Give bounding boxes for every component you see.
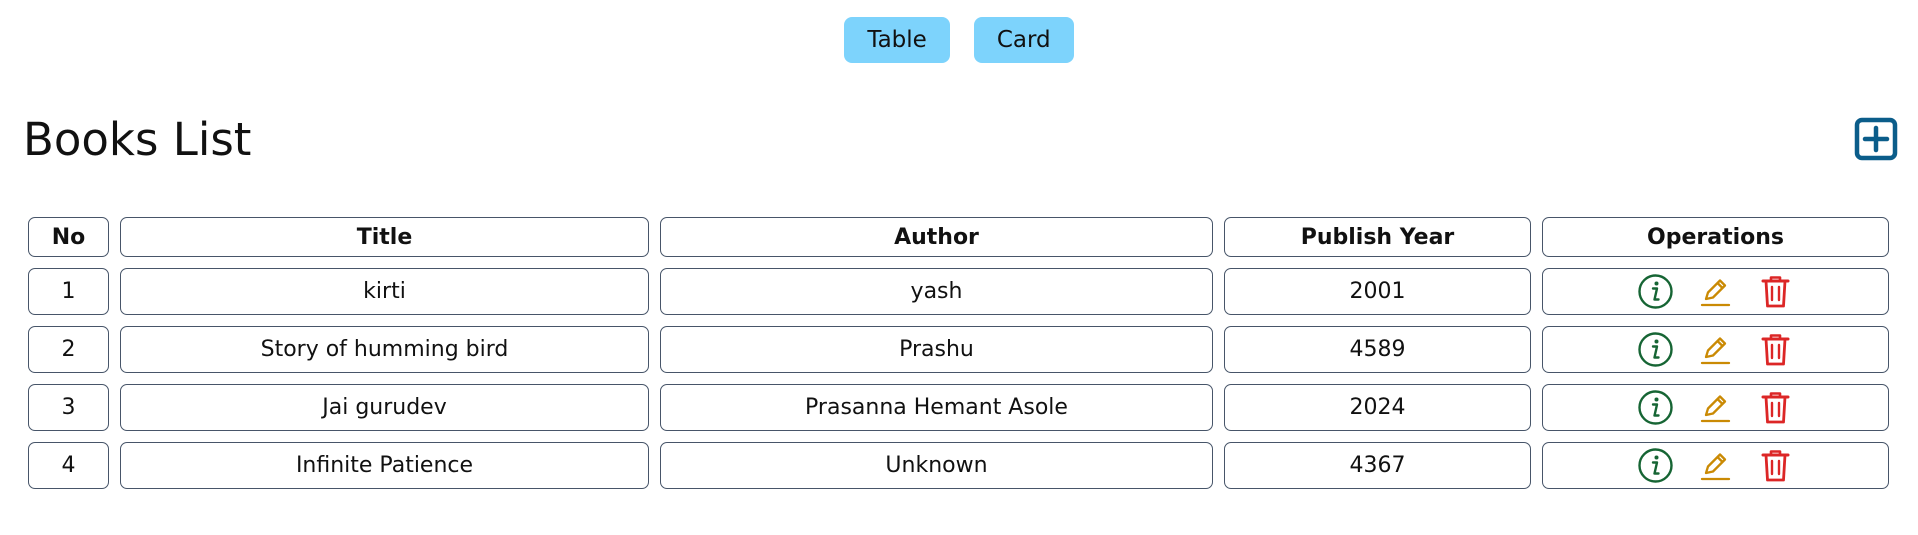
table-row: 4 Infinite Patience Unknown 4367 bbox=[28, 442, 1889, 489]
trash-icon bbox=[1761, 392, 1790, 424]
cell-no: 4 bbox=[28, 442, 109, 489]
info-circle-icon bbox=[1638, 332, 1673, 367]
table-header-row: No Title Author Publish Year Operations bbox=[28, 217, 1889, 257]
trash-icon bbox=[1761, 276, 1790, 308]
cell-operations bbox=[1542, 442, 1889, 489]
cell-author: Prashu bbox=[660, 326, 1213, 373]
delete-button[interactable] bbox=[1757, 447, 1794, 484]
table-row: 2 Story of humming bird Prashu 4589 bbox=[28, 326, 1889, 373]
plus-square-icon bbox=[1854, 117, 1898, 161]
edit-button[interactable] bbox=[1697, 273, 1734, 310]
delete-button[interactable] bbox=[1757, 331, 1794, 368]
cell-title: Jai gurudev bbox=[120, 384, 649, 431]
add-book-button[interactable] bbox=[1854, 117, 1898, 161]
cell-title: Story of humming bird bbox=[120, 326, 649, 373]
cell-title: kirti bbox=[120, 268, 649, 315]
column-header-operations: Operations bbox=[1542, 217, 1889, 257]
info-circle-icon bbox=[1638, 448, 1673, 483]
edit-button[interactable] bbox=[1697, 331, 1734, 368]
column-header-author: Author bbox=[660, 217, 1213, 257]
cell-operations bbox=[1542, 384, 1889, 431]
table-view-button[interactable]: Table bbox=[844, 17, 950, 63]
column-header-title: Title bbox=[120, 217, 649, 257]
cell-publish-year: 2024 bbox=[1224, 384, 1531, 431]
trash-icon bbox=[1761, 334, 1790, 366]
column-header-publish-year: Publish Year bbox=[1224, 217, 1531, 257]
cell-operations bbox=[1542, 326, 1889, 373]
books-table: No Title Author Publish Year Operations … bbox=[17, 206, 1900, 500]
table-row: 1 kirti yash 2001 bbox=[28, 268, 1889, 315]
cell-title: Infinite Patience bbox=[120, 442, 649, 489]
edit-button[interactable] bbox=[1697, 389, 1734, 426]
delete-button[interactable] bbox=[1757, 273, 1794, 310]
pencil-edit-icon bbox=[1700, 395, 1731, 423]
pencil-edit-icon bbox=[1700, 337, 1731, 365]
cell-no: 1 bbox=[28, 268, 109, 315]
info-button[interactable] bbox=[1637, 331, 1674, 368]
cell-publish-year: 4589 bbox=[1224, 326, 1531, 373]
card-view-button[interactable]: Card bbox=[973, 17, 1074, 63]
cell-no: 3 bbox=[28, 384, 109, 431]
cell-operations bbox=[1542, 268, 1889, 315]
info-button[interactable] bbox=[1637, 447, 1674, 484]
cell-author: Unknown bbox=[660, 442, 1213, 489]
trash-icon bbox=[1761, 450, 1790, 482]
cell-publish-year: 4367 bbox=[1224, 442, 1531, 489]
pencil-edit-icon bbox=[1700, 453, 1731, 481]
info-circle-icon bbox=[1638, 274, 1673, 309]
pencil-edit-icon bbox=[1700, 279, 1731, 307]
info-circle-icon bbox=[1638, 390, 1673, 425]
cell-publish-year: 2001 bbox=[1224, 268, 1531, 315]
table-row: 3 Jai gurudev Prasanna Hemant Asole 2024 bbox=[28, 384, 1889, 431]
info-button[interactable] bbox=[1637, 389, 1674, 426]
cell-author: yash bbox=[660, 268, 1213, 315]
info-button[interactable] bbox=[1637, 273, 1674, 310]
delete-button[interactable] bbox=[1757, 389, 1794, 426]
cell-author: Prasanna Hemant Asole bbox=[660, 384, 1213, 431]
cell-no: 2 bbox=[28, 326, 109, 373]
view-toggle: Table Card bbox=[0, 17, 1918, 63]
page-title: Books List bbox=[23, 113, 252, 166]
edit-button[interactable] bbox=[1697, 447, 1734, 484]
column-header-no: No bbox=[28, 217, 109, 257]
